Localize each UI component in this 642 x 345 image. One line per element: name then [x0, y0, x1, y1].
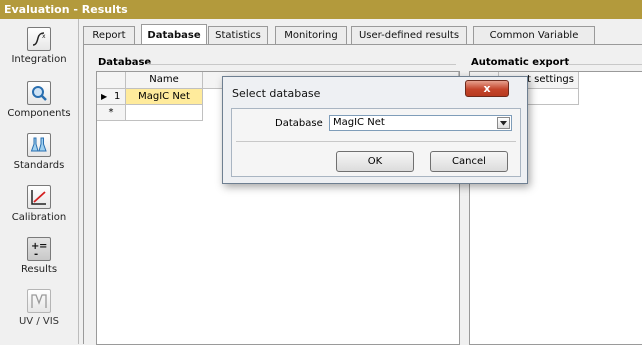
group-divider [568, 64, 642, 65]
components-icon [27, 81, 51, 105]
sidebar-item-components[interactable]: Components [0, 81, 78, 119]
window-title: Evaluation - Results [0, 0, 642, 19]
select-database-dialog: Select database x Database MagIC Net OK … [222, 76, 528, 184]
sidebar-item-results[interactable]: + = - Results [0, 237, 78, 275]
export-group-title: Automatic export [471, 57, 570, 68]
group-divider [146, 64, 456, 65]
database-select-value: MagIC Net [333, 117, 385, 128]
current-row-marker: ▶ [101, 92, 108, 101]
row-index: 1 [114, 91, 121, 102]
database-field-label: Database [275, 118, 323, 129]
table-row-header[interactable]: * [97, 105, 126, 121]
sidebar-item-label: Results [20, 264, 58, 275]
integration-icon: x [27, 27, 51, 51]
table-cell-name[interactable]: MagIC Net [126, 89, 203, 105]
tab-common-variable[interactable]: Common Variable [473, 26, 595, 44]
table-row-header[interactable]: ▶ 1 [97, 89, 126, 105]
sidebar-item-label: Components [7, 108, 71, 119]
table-cell-name[interactable] [126, 105, 203, 121]
ok-button[interactable]: OK [336, 151, 414, 172]
uv-vis-icon [27, 289, 51, 313]
column-header-name-database[interactable]: Name database [126, 72, 203, 101]
svg-text:=: = [39, 241, 47, 252]
database-select[interactable]: MagIC Net [329, 115, 512, 131]
sidebar-item-uv-vis[interactable]: UV / VIS [0, 289, 78, 327]
sidebar-item-label: Standards [13, 160, 65, 171]
chevron-down-icon[interactable] [497, 117, 510, 129]
sidebar-item-standards[interactable]: Standards [0, 133, 78, 171]
tab-statistics[interactable]: Statistics [208, 26, 268, 44]
sidebar: x Integration Components Standards Calib… [0, 19, 79, 344]
dialog-divider [236, 141, 516, 142]
grid-corner [97, 72, 126, 89]
database-group-title: Database [98, 57, 152, 68]
cancel-button[interactable]: Cancel [430, 151, 508, 172]
tab-database[interactable]: Database [141, 24, 207, 44]
sidebar-item-label: UV / VIS [18, 316, 60, 327]
sidebar-item-label: Calibration [11, 212, 67, 223]
sidebar-item-label: Integration [11, 54, 67, 65]
dialog-body: Database MagIC Net OK Cancel [231, 108, 521, 177]
tab-report[interactable]: Report [83, 26, 135, 44]
standards-icon [27, 133, 51, 157]
tab-monitoring[interactable]: Monitoring [275, 26, 347, 44]
close-button[interactable]: x [465, 80, 509, 97]
calibration-icon [27, 185, 51, 209]
sidebar-item-calibration[interactable]: Calibration [0, 185, 78, 223]
tab-user-defined-results[interactable]: User-defined results [351, 26, 467, 44]
svg-text:-: - [34, 249, 38, 258]
sidebar-item-integration[interactable]: x Integration [0, 27, 78, 65]
dialog-title: Select database [232, 87, 321, 100]
results-icon: + = - [27, 237, 51, 261]
new-row-marker: * [108, 107, 114, 118]
svg-text:x: x [42, 33, 46, 40]
